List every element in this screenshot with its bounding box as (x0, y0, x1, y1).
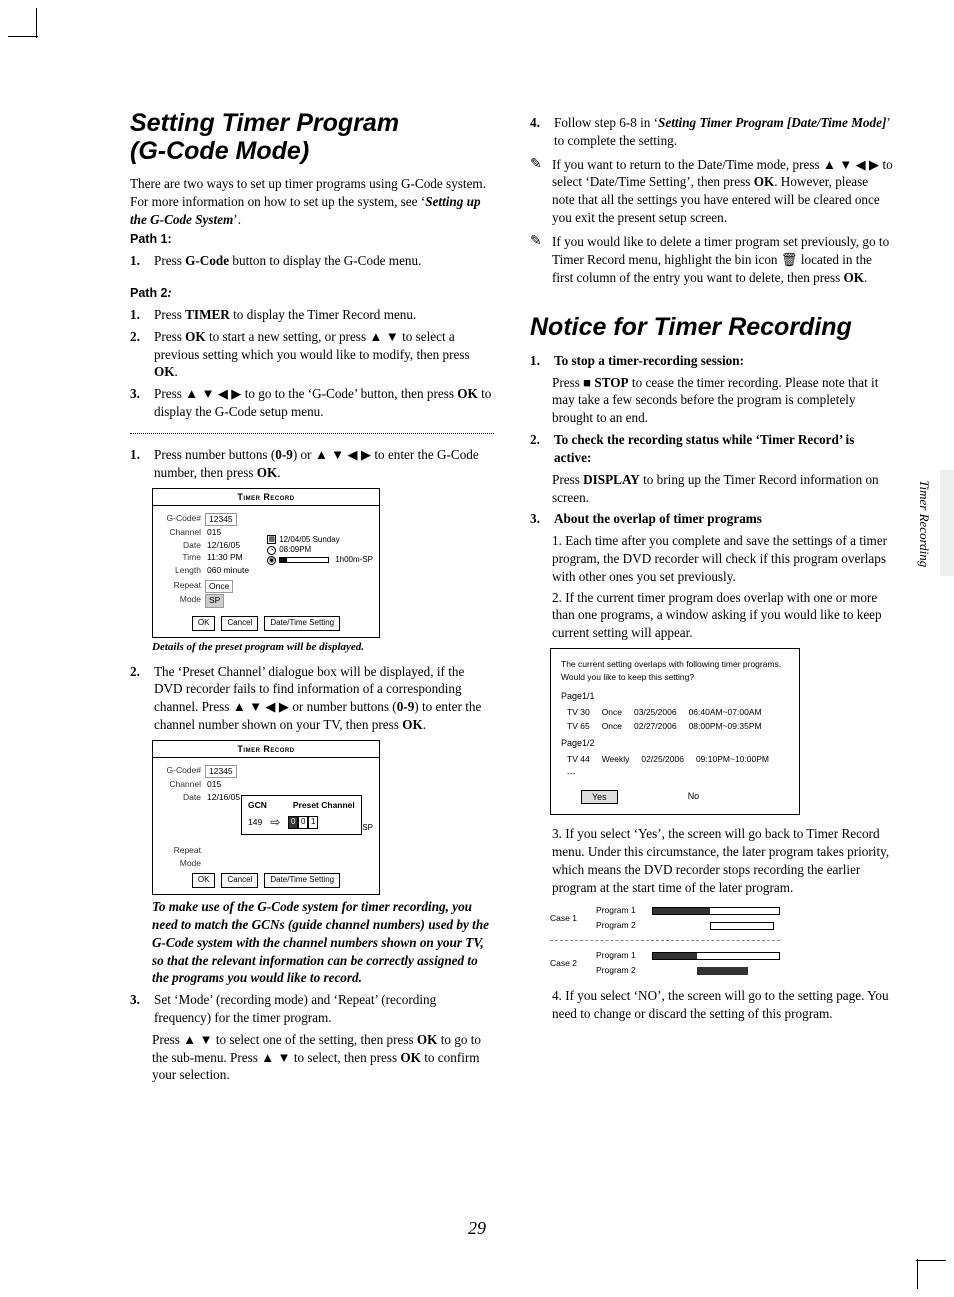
section-heading: Setting Timer Program (G-Code Mode) (130, 110, 494, 165)
osd-datetime-button: Date/Time Setting (264, 616, 340, 631)
notice2-body: Press DISPLAY to bring up the Timer Reco… (530, 471, 894, 507)
osd-figure-2: Timer Record G-Code#12345 Channel015 Dat… (152, 740, 380, 895)
preset-channel-popup: GCNPreset Channel 149 ⇨ 001 (241, 795, 362, 836)
timeline-figure: Case 1 Program 1 Program 2 Case 2 Progra… (550, 902, 780, 979)
notice3-2: 2. If the current timer program does ove… (530, 589, 894, 642)
page-number: 29 (0, 1218, 954, 1239)
notice3-3: 3. If you select ‘Yes’, the screen will … (530, 825, 894, 896)
fig1-caption: Details of the preset program will be di… (152, 640, 494, 655)
osd-cancel-button: Cancel (221, 873, 258, 888)
notice1: 1. To stop a timer-recording session: (530, 352, 894, 370)
separator-dotted (130, 433, 494, 434)
dialog-no-button: No (678, 790, 710, 804)
heading-line1: Setting Timer Program (130, 109, 399, 137)
overlap-dialog: The current setting overlaps with follow… (550, 648, 800, 815)
osd-ok-button: OK (192, 616, 216, 631)
p2-step1: 1. Press TIMER to display the Timer Reco… (130, 306, 494, 324)
right-column: 4. Follow step 6-8 in ‘Setting Timer Pro… (530, 110, 894, 1207)
p1-step1: 1. Press G-Code button to display the G-… (130, 252, 494, 270)
notice2: 2. To check the recording status while ‘… (530, 431, 894, 467)
path1-label: Path 1: (130, 231, 494, 248)
osd-figure-1: Timer Record G-Code#12345 Channel015 Dat… (152, 488, 380, 638)
dialog-yes-button: Yes (581, 790, 618, 804)
p2-step2: 2. Press OK to start a new setting, or p… (130, 328, 494, 381)
note1: ✎ If you want to return to the Date/Time… (530, 156, 894, 227)
clock-icon: ◔ (267, 546, 276, 555)
notice1-body: Press ■ STOP to cease the timer recordin… (530, 374, 894, 427)
p2-step3: 3. Press ▲ ▼ ◀ ▶ to go to the ‘G-Code’ b… (130, 385, 494, 421)
osd-datetime-button: Date/Time Setting (264, 873, 340, 888)
side-tab (940, 470, 954, 576)
notice3: 3. About the overlap of timer programs (530, 510, 894, 528)
note-icon: ✎ (530, 156, 544, 227)
gcn-note: To make use of the G-Code system for tim… (130, 898, 494, 987)
heading-line2: (G-Code Mode) (130, 137, 309, 165)
notice3-1: 1. Each time after you complete and save… (530, 532, 894, 585)
osd-ok-button: OK (192, 873, 216, 888)
section-heading-2: Notice for Timer Recording (530, 314, 894, 342)
step1: 1. Press number buttons (0-9) or ▲ ▼ ◀ ▶… (130, 446, 494, 482)
intro: There are two ways to set up timer progr… (130, 175, 494, 228)
step4: 4. Follow step 6-8 in ‘Setting Timer Pro… (530, 114, 894, 150)
osd-cancel-button: Cancel (221, 616, 258, 631)
note2: ✎ If you would like to delete a timer pr… (530, 233, 894, 286)
note-icon: ✎ (530, 233, 544, 286)
arrow-right-icon: ⇨ (270, 814, 280, 830)
trash-icon: 🗑 (781, 252, 798, 267)
step3-detail: Press ▲ ▼ to select one of the setting, … (130, 1031, 494, 1084)
step3: 3. Set ‘Mode’ (recording mode) and ‘Repe… (130, 991, 494, 1027)
left-column: Setting Timer Program (G-Code Mode) Ther… (130, 110, 494, 1207)
path2-label: Path 2: (130, 284, 494, 302)
step2: 2. The ‘Preset Channel’ dialogue box wil… (130, 663, 494, 734)
notice3-4: 4. If you select ‘NO’, the screen will g… (530, 987, 894, 1023)
calendar-icon: ▦ (267, 535, 276, 544)
progress-bar (279, 557, 329, 563)
side-section-label: Timer Recording (916, 480, 932, 567)
disc-icon: ◉ (267, 556, 276, 565)
